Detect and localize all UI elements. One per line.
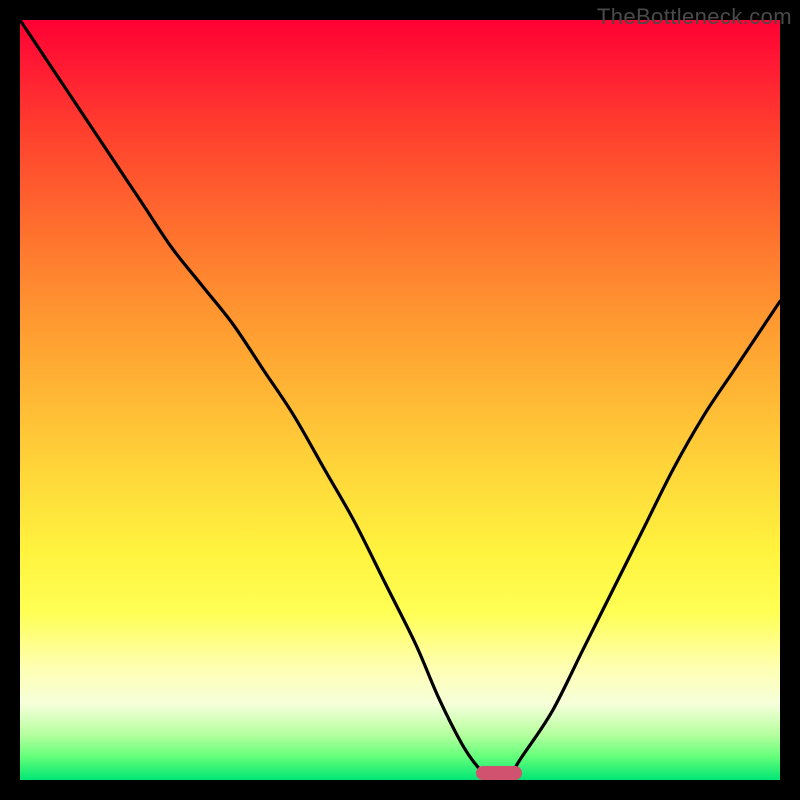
- optimal-range-marker: [476, 766, 522, 780]
- chart-frame: TheBottleneck.com: [0, 0, 800, 800]
- plot-area: [20, 20, 780, 780]
- bottleneck-curve: [20, 20, 780, 780]
- watermark-text: TheBottleneck.com: [597, 4, 792, 30]
